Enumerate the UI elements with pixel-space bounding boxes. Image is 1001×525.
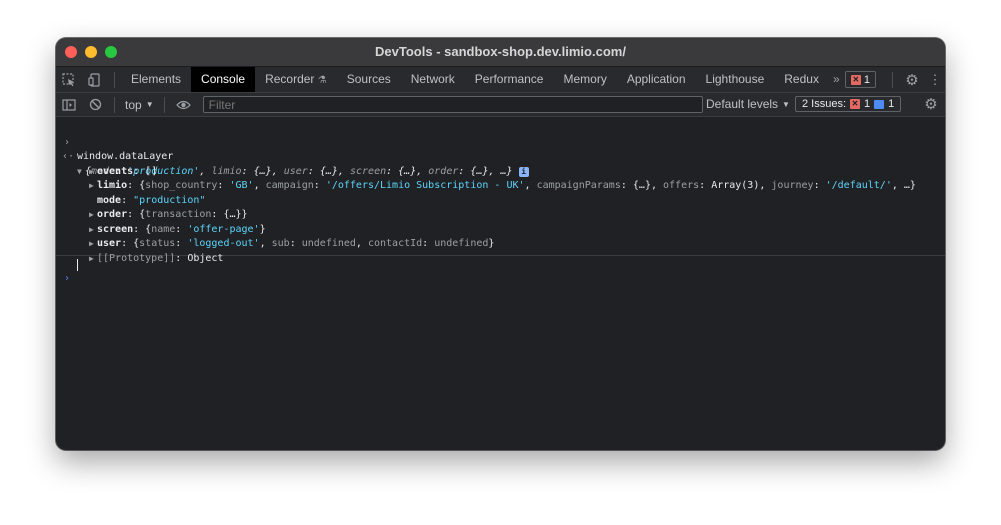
tab-recorder[interactable]: Recorder ⚗ — [255, 67, 337, 92]
inspect-element-icon[interactable] — [56, 67, 82, 92]
issues-info-icon — [874, 99, 885, 109]
console-toolbar: top ▼ Default levels ▼ 2 Issues: ✕ 1 1 ⚙ — [56, 93, 945, 117]
issues-error-count: 1 — [864, 98, 871, 110]
tab-memory[interactable]: Memory — [553, 67, 616, 92]
issues-info-count: 1 — [888, 98, 895, 110]
text-cursor — [77, 258, 78, 271]
context-value: top — [125, 97, 142, 112]
console-prompt[interactable]: › — [56, 258, 945, 284]
device-toolbar-icon[interactable] — [82, 67, 108, 92]
error-icon: ✕ — [850, 74, 861, 85]
tab-separator — [114, 71, 115, 88]
prop-mode: mode: "production" — [97, 194, 206, 206]
log-levels-label: Default levels — [706, 97, 779, 111]
console-input-line: › window.dataLayer — [56, 121, 945, 163]
toolbar-separator-2 — [163, 96, 165, 113]
tab-console[interactable]: Console — [191, 67, 256, 92]
prop-prototype[interactable]: ▶ [[Prototype]]: Object — [56, 237, 945, 264]
error-count-badge[interactable]: ✕ 1 — [844, 71, 876, 88]
chevron-down-icon: ▼ — [145, 100, 154, 109]
flask-icon: ⚗ — [317, 75, 327, 86]
more-options-icon[interactable]: ⋮ — [925, 72, 945, 88]
tab-network[interactable]: Network — [401, 67, 465, 92]
sidebar-toggle-icon[interactable] — [56, 92, 82, 117]
issues-counter-button[interactable]: 2 Issues: ✕ 1 1 — [795, 96, 902, 112]
prop-user[interactable]: ▶ user: {status: 'logged-out', sub: undef… — [56, 223, 945, 249]
console-output: › window.dataLayer ‹· ▼ {mode: 'productio… — [56, 121, 945, 284]
prompt-chevron-icon: › — [64, 273, 71, 284]
window-title: DevTools - sandbox-shop.dev.limio.com/ — [375, 44, 626, 59]
tab-redux[interactable]: Redux — [774, 67, 829, 92]
tab-sources[interactable]: Sources — [337, 67, 401, 92]
issues-error-icon: ✕ — [850, 99, 861, 109]
console-settings-gear-icon[interactable]: ⚙ — [919, 95, 943, 113]
prop-events[interactable]: ▶ events: [] — [56, 150, 945, 177]
toolbar-separator — [114, 96, 115, 113]
prop-order[interactable]: ▶ order: {transaction: {…}} — [56, 194, 945, 220]
filter-input[interactable] — [202, 96, 703, 113]
prop-screen[interactable]: ▶ screen: {name: 'offer-page'} — [56, 208, 945, 235]
live-expression-eye-icon[interactable] — [171, 92, 197, 117]
title-bar: DevTools - sandbox-shop.dev.limio.com/ — [56, 38, 945, 67]
tab-recorder-label: Recorder — [265, 72, 315, 86]
error-count: 1 — [863, 73, 870, 86]
devtools-window: DevTools - sandbox-shop.dev.limio.com/ E… — [56, 38, 945, 450]
clear-console-icon[interactable] — [82, 92, 108, 117]
tab-lighthouse[interactable]: Lighthouse — [696, 67, 775, 92]
log-levels-dropdown[interactable]: Default levels ▼ — [706, 93, 790, 116]
tab-performance[interactable]: Performance — [465, 67, 554, 92]
tab-elements[interactable]: Elements — [121, 67, 191, 92]
tab-application[interactable]: Application — [617, 67, 696, 92]
more-tabs-button[interactable]: » — [829, 67, 844, 92]
levels-chevron-down-icon: ▼ — [782, 100, 790, 109]
issues-label: 2 Issues: — [802, 98, 847, 110]
panel-tab-bar: Elements Console Recorder ⚗ Sources Netw… — [56, 67, 945, 93]
result-summary-line[interactable]: ‹· ▼ {mode: 'production', limio: {…}, use… — [56, 136, 945, 177]
settings-gear-icon[interactable]: ⚙ — [899, 71, 925, 89]
context-selector[interactable]: top ▼ — [125, 98, 154, 112]
prop-limio[interactable]: ▶ limio: {shop_country: 'GB', campaign: '… — [56, 165, 945, 191]
tabbar-right-tools: ✕ 1 ⚙ ⋮ — [844, 67, 945, 92]
tools-separator — [892, 71, 893, 88]
